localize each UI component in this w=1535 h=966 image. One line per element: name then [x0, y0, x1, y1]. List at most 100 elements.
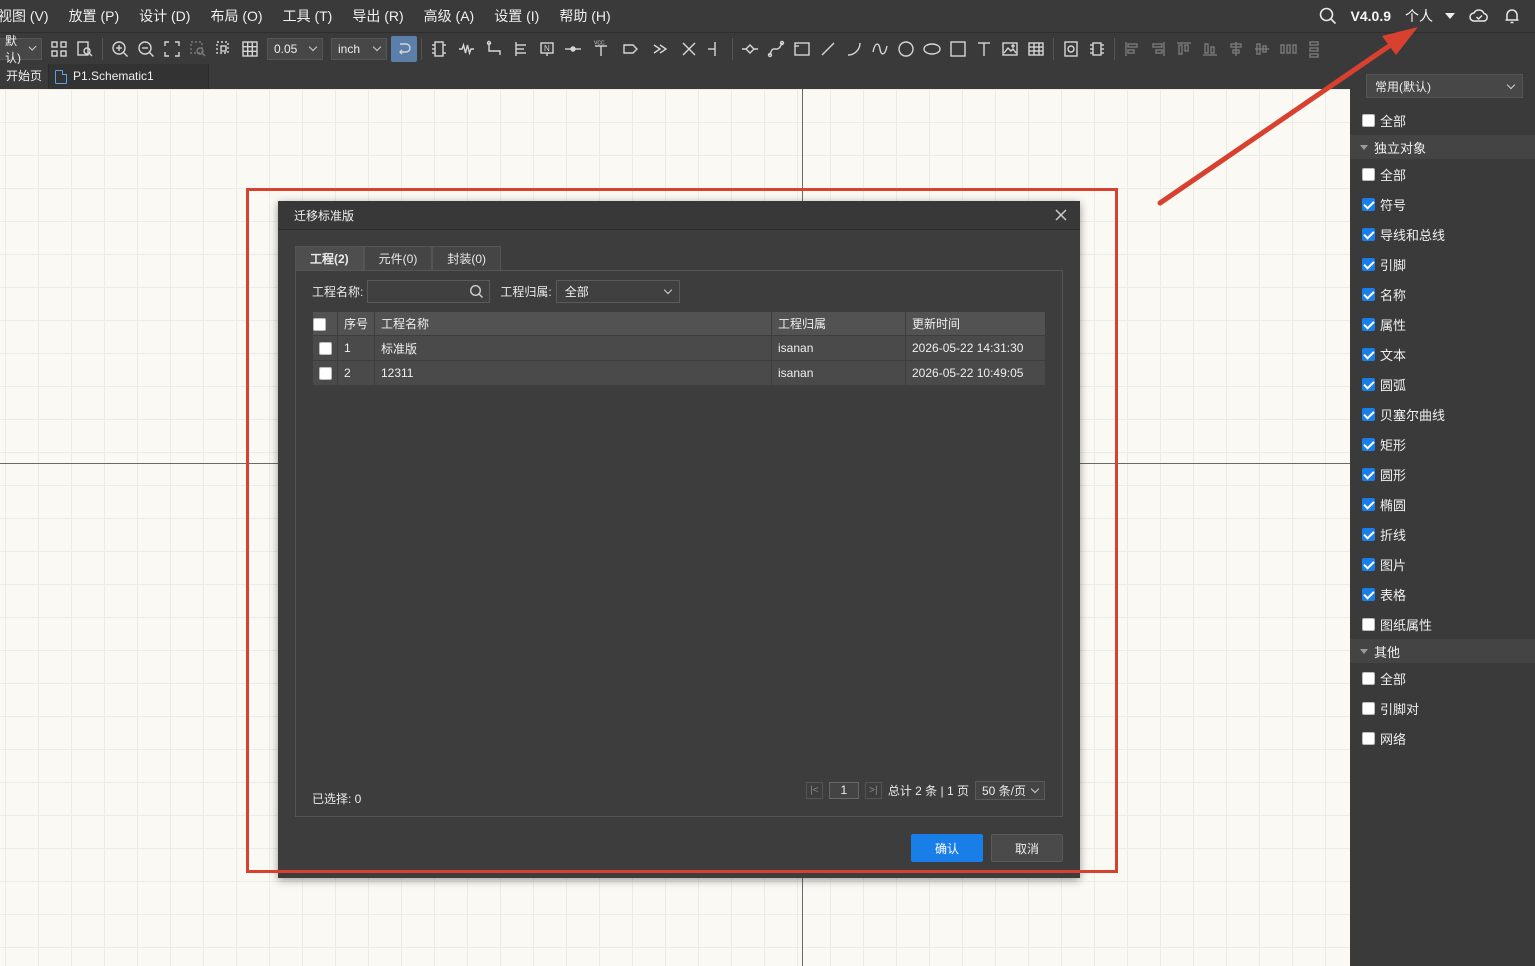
snap-toggle-icon[interactable] — [391, 35, 417, 62]
menu-view[interactable]: 视图 (V) — [0, 0, 59, 32]
checkbox[interactable] — [1362, 437, 1375, 451]
checkbox[interactable] — [1362, 467, 1375, 481]
project-search-input[interactable] — [368, 281, 469, 302]
menu-settings[interactable]: 设置 (I) — [484, 0, 549, 32]
align-top-icon[interactable] — [1171, 36, 1197, 62]
page-size-select[interactable]: 50 条/页 — [974, 781, 1045, 800]
user-menu[interactable]: 个人 — [1405, 6, 1455, 26]
menu-design[interactable]: 设计 (D) — [129, 0, 200, 32]
align-right-icon[interactable] — [1145, 36, 1171, 62]
tab-start-page[interactable]: 开始页 — [0, 64, 50, 89]
menu-export[interactable]: 导出 (R) — [342, 0, 413, 32]
checkbox[interactable] — [1362, 377, 1375, 391]
filter-item[interactable]: 导线和总线 — [1350, 221, 1535, 247]
unit-select[interactable]: inch — [331, 37, 387, 60]
filter-item[interactable]: 引脚 — [1350, 251, 1535, 277]
align-left-icon[interactable] — [1119, 36, 1145, 62]
grid-icon[interactable] — [237, 36, 263, 62]
filter-item[interactable]: 全部 — [1350, 161, 1535, 187]
align-center-v-icon[interactable] — [1249, 36, 1275, 62]
close-icon[interactable] — [1054, 208, 1068, 222]
last-page-button[interactable]: >| — [864, 782, 882, 799]
checkbox[interactable] — [1362, 407, 1375, 421]
project-owner-select[interactable]: 全部 — [555, 280, 680, 303]
zoom-selection-icon[interactable] — [211, 36, 237, 62]
header-updated-time[interactable]: 更新时间 — [905, 311, 1046, 336]
text-icon[interactable] — [971, 36, 997, 62]
image-icon[interactable] — [997, 36, 1023, 62]
confirm-button[interactable]: 确认 — [911, 834, 983, 862]
table-icon[interactable] — [1023, 36, 1049, 62]
menu-tools[interactable]: 工具 (T) — [273, 0, 343, 32]
project-search-field[interactable] — [367, 280, 491, 303]
checkbox[interactable] — [1362, 347, 1375, 361]
tab-schematic[interactable]: P1.Schematic1 — [49, 64, 210, 89]
bezier-tool-icon[interactable] — [763, 36, 789, 62]
filter-item[interactable]: 圆形 — [1350, 461, 1535, 487]
align-center-h-icon[interactable] — [1223, 36, 1249, 62]
filter-item[interactable]: 全部 — [1350, 665, 1535, 691]
rectangle-icon[interactable] — [945, 36, 971, 62]
checkbox[interactable] — [1362, 671, 1375, 685]
filter-item[interactable]: 符号 — [1350, 191, 1535, 217]
row-select-cell[interactable] — [312, 335, 338, 361]
zoom-area-icon[interactable] — [185, 36, 211, 62]
tab-components[interactable]: 元件(0) — [363, 246, 433, 270]
bus-icon[interactable] — [508, 36, 534, 62]
filter-item[interactable]: 折线 — [1350, 521, 1535, 547]
zoom-out-icon[interactable] — [133, 36, 159, 62]
wire-icon[interactable] — [482, 36, 508, 62]
zoom-in-icon[interactable] — [107, 36, 133, 62]
page-number-input[interactable]: 1 — [828, 782, 859, 799]
component-icon[interactable] — [426, 36, 452, 62]
frame-icon[interactable] — [789, 36, 815, 62]
checkbox[interactable] — [1362, 527, 1375, 541]
distribute-h-icon[interactable] — [1275, 36, 1301, 62]
table-row[interactable]: 2 12311 isanan 2026-05-22 10:49:05 — [312, 360, 1046, 386]
curve-icon[interactable] — [867, 36, 893, 62]
filter-item[interactable]: 表格 — [1350, 581, 1535, 607]
checkbox[interactable] — [1362, 317, 1375, 331]
bell-icon[interactable] — [1503, 7, 1521, 25]
filter-item[interactable]: 圆弧 — [1350, 371, 1535, 397]
first-page-button[interactable]: |< — [805, 782, 823, 799]
align-bottom-icon[interactable] — [1197, 36, 1223, 62]
row-checkbox[interactable] — [318, 342, 332, 356]
junction-icon[interactable] — [702, 36, 728, 62]
header-owner[interactable]: 工程归属 — [771, 311, 906, 336]
pin-icon[interactable] — [560, 36, 586, 62]
filter-item[interactable]: 贝塞尔曲线 — [1350, 401, 1535, 427]
filter-all-toggle[interactable]: 全部 — [1350, 107, 1535, 133]
filter-group-other[interactable]: 其他 — [1350, 639, 1535, 663]
dialog-titlebar[interactable]: 迁移标准版 — [278, 201, 1080, 230]
header-project-name[interactable]: 工程名称 — [374, 311, 772, 336]
power-vcc-icon[interactable]: VCC — [586, 36, 616, 62]
filter-item[interactable]: 属性 — [1350, 311, 1535, 337]
checkbox[interactable] — [1362, 113, 1375, 127]
search-icon[interactable] — [1319, 7, 1337, 25]
line-icon[interactable] — [815, 36, 841, 62]
checkbox[interactable] — [1362, 731, 1375, 745]
cloud-icon[interactable] — [1469, 7, 1489, 25]
checkbox[interactable] — [1362, 617, 1375, 631]
table-row[interactable]: 1 标准版 isanan 2026-05-22 14:31:30 — [312, 335, 1046, 361]
tab-footprints[interactable]: 封装(0) — [432, 246, 502, 270]
theme-select[interactable]: 默认) — [0, 34, 42, 65]
tab-projects[interactable]: 工程(2) — [295, 246, 364, 270]
checkbox[interactable] — [1362, 701, 1375, 715]
filter-item[interactable]: 网络 — [1350, 725, 1535, 751]
footprint-wizard-icon[interactable] — [1084, 36, 1110, 62]
select-all-checkbox[interactable] — [313, 317, 326, 331]
menu-layout[interactable]: 布局 (O) — [200, 0, 272, 32]
row-select-cell[interactable] — [312, 360, 338, 386]
bus-entry-icon[interactable] — [646, 36, 676, 62]
net-label-icon[interactable]: N — [534, 36, 560, 62]
filter-item[interactable]: 矩形 — [1350, 431, 1535, 457]
filter-item[interactable]: 引脚对 — [1350, 695, 1535, 721]
checkbox[interactable] — [1362, 197, 1375, 211]
checkbox[interactable] — [1362, 257, 1375, 271]
menu-place[interactable]: 放置 (P) — [59, 0, 130, 32]
grid-layout-icon[interactable] — [46, 36, 72, 62]
select-all-cell[interactable] — [312, 311, 338, 336]
grid-size-select[interactable]: 0.05 — [267, 37, 323, 60]
